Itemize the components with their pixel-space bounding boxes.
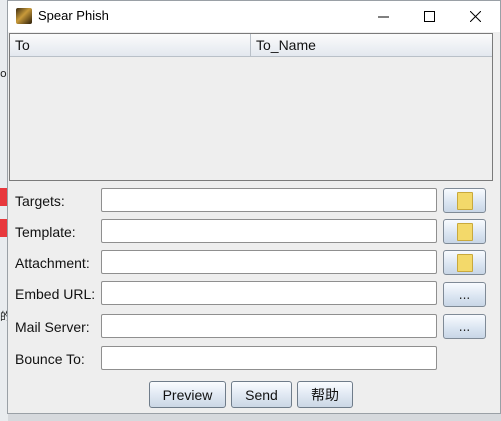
- bounce-to-label: Bounce To:: [15, 351, 85, 367]
- folder-icon: [456, 191, 473, 210]
- folder-icon: [456, 253, 473, 272]
- minimize-button[interactable]: [360, 1, 406, 32]
- embed-url-options-button[interactable]: ...: [443, 282, 486, 307]
- close-button[interactable]: [452, 1, 498, 32]
- maximize-button[interactable]: [406, 1, 452, 32]
- minimize-icon: [377, 16, 389, 18]
- targets-browse-button[interactable]: [443, 188, 486, 213]
- mail-server-label: Mail Server:: [15, 319, 90, 335]
- app-icon: [16, 8, 32, 24]
- embed-url-label: Embed URL:: [15, 286, 96, 302]
- close-icon: [469, 11, 481, 22]
- attachment-browse-button[interactable]: [443, 250, 486, 275]
- spear-phish-window: Spear Phish To To_Name Targets: Template…: [7, 0, 501, 414]
- column-header-to-name[interactable]: To_Name: [251, 34, 492, 56]
- attachment-field[interactable]: [101, 250, 437, 274]
- template-field[interactable]: [101, 219, 437, 243]
- title-bar[interactable]: Spear Phish: [8, 1, 500, 32]
- send-button[interactable]: Send: [231, 381, 292, 408]
- maximize-icon: [423, 11, 435, 22]
- attachment-label: Attachment:: [15, 255, 90, 271]
- targets-field[interactable]: [101, 188, 437, 212]
- mail-server-options-button[interactable]: ...: [443, 314, 486, 339]
- folder-icon: [456, 222, 473, 241]
- help-button[interactable]: 帮助: [297, 381, 353, 408]
- table-header: To To_Name: [10, 34, 492, 57]
- window-title: Spear Phish: [38, 8, 109, 23]
- column-header-to[interactable]: To: [10, 34, 251, 56]
- preview-button[interactable]: Preview: [149, 381, 226, 408]
- template-browse-button[interactable]: [443, 219, 486, 244]
- targets-label: Targets:: [15, 193, 65, 209]
- template-label: Template:: [15, 224, 76, 240]
- mail-server-field[interactable]: [101, 314, 437, 338]
- recipients-table[interactable]: To To_Name: [9, 33, 493, 181]
- embed-url-field[interactable]: [101, 281, 437, 305]
- bounce-to-field[interactable]: [101, 346, 437, 370]
